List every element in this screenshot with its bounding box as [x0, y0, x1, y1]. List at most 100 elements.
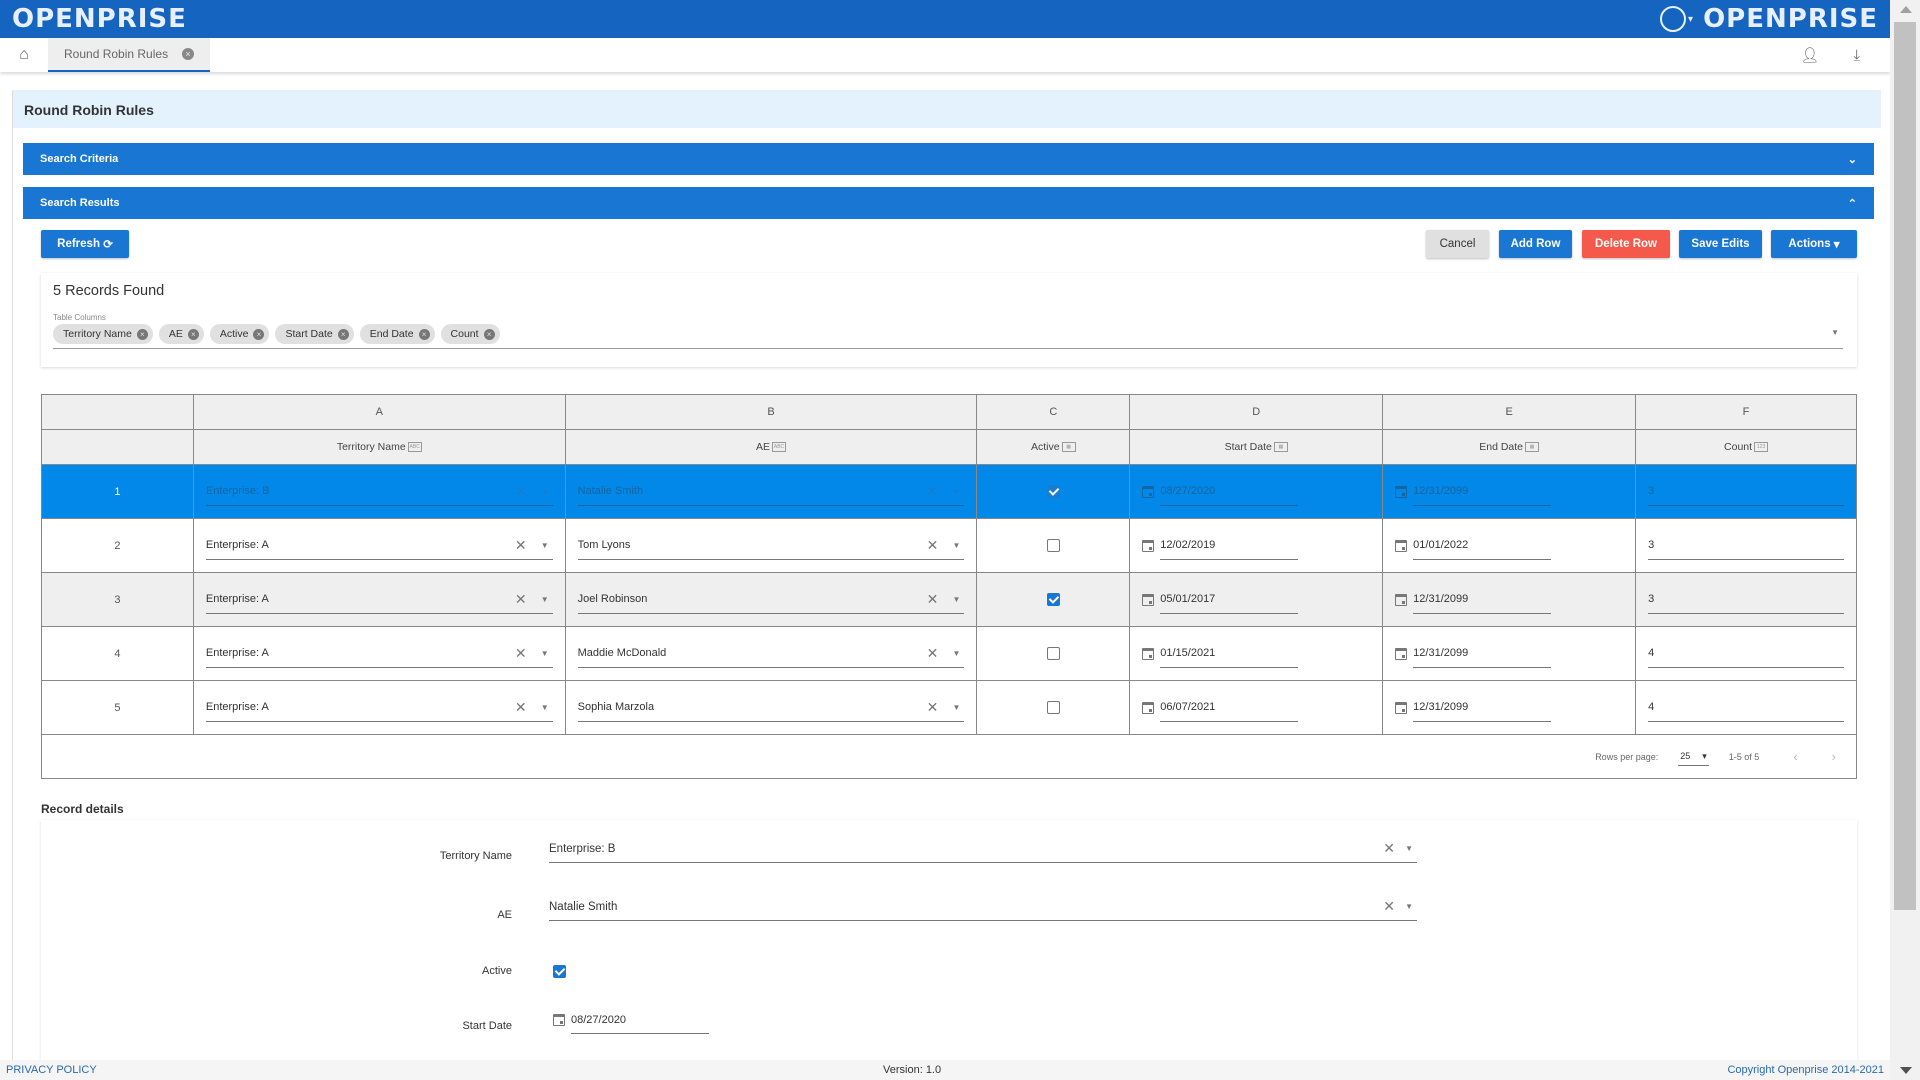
end-date-field[interactable]: 12/31/2099: [1413, 586, 1552, 614]
ae-select[interactable]: Sophia Marzola ✕ ▼: [577, 694, 965, 722]
active-checkbox[interactable]: [553, 965, 566, 978]
start-date-field[interactable]: 06/07/2021: [1160, 694, 1299, 722]
table-row[interactable]: 1 Enterprise: B ✕ ▼ Natalie Smith ✕ ▼ 08/27/202…: [41, 464, 1857, 519]
clear-icon[interactable]: ✕: [927, 699, 939, 716]
chip-remove-icon[interactable]: ×: [418, 328, 430, 340]
dropdown-caret-icon[interactable]: ▼: [952, 541, 960, 550]
add-row-button[interactable]: Add Row: [1499, 230, 1572, 258]
column-header-ae[interactable]: AE ABC: [564, 429, 978, 465]
calendar-icon[interactable]: [1395, 485, 1408, 498]
user-menu-caret-icon[interactable]: ▾: [1688, 14, 1693, 25]
chip-count[interactable]: Count ×: [440, 324, 500, 344]
start-date-field[interactable]: 01/15/2021: [1160, 640, 1299, 668]
end-date-field[interactable]: 12/31/2099: [1413, 640, 1552, 668]
start-date-field[interactable]: 05/01/2017: [1160, 586, 1299, 614]
chip-remove-icon[interactable]: ×: [483, 328, 495, 340]
chip-active[interactable]: Active ×: [209, 324, 270, 344]
user-menu-icon[interactable]: [1660, 6, 1687, 32]
chevron-up-icon[interactable]: ⌃: [1848, 197, 1857, 210]
chip-remove-icon[interactable]: ×: [337, 328, 349, 340]
end-date-field[interactable]: 12/31/2099: [1413, 694, 1552, 722]
clear-icon[interactable]: ✕: [927, 591, 939, 608]
ae-select[interactable]: Maddie McDonald ✕ ▼: [577, 640, 965, 668]
row-number[interactable]: 3: [41, 572, 194, 627]
column-header-active[interactable]: Active ▦: [976, 429, 1131, 465]
end-date-field[interactable]: 01/01/2022: [1413, 532, 1552, 560]
ae-select[interactable]: Tom Lyons ✕ ▼: [577, 532, 965, 560]
row-number[interactable]: 4: [41, 626, 194, 681]
chip-remove-icon[interactable]: ×: [136, 328, 148, 340]
cancel-button[interactable]: Cancel: [1426, 230, 1489, 258]
territory-select[interactable]: Enterprise: B ✕ ▼: [205, 478, 553, 506]
table-row[interactable]: 2 Enterprise: A ✕ ▼ Tom Lyons ✕ ▼ 12/02/2019 01/…: [41, 518, 1857, 573]
count-field[interactable]: 4: [1648, 640, 1844, 668]
clear-icon[interactable]: ✕: [515, 699, 527, 716]
dropdown-caret-icon[interactable]: ▼: [1405, 902, 1413, 911]
territory-select[interactable]: Enterprise: A ✕ ▼: [205, 640, 553, 668]
column-header-start-date[interactable]: Start Date ▦: [1129, 429, 1384, 465]
count-field[interactable]: 4: [1648, 694, 1844, 722]
download-icon[interactable]: ⤓: [1853, 47, 1860, 64]
clear-icon[interactable]: ✕: [927, 483, 939, 500]
search-results-panel[interactable]: Search Results ⌃: [23, 187, 1874, 219]
dropdown-caret-icon[interactable]: ▼: [952, 487, 960, 496]
count-field[interactable]: 3: [1648, 532, 1844, 560]
row-number[interactable]: 5: [41, 680, 194, 735]
chip-remove-icon[interactable]: ×: [187, 328, 199, 340]
active-checkbox[interactable]: [1046, 593, 1060, 606]
active-checkbox[interactable]: [1046, 539, 1060, 552]
table-row[interactable]: 3 Enterprise: A ✕ ▼ Joel Robinson ✕ ▼ 05/01/201…: [41, 572, 1857, 627]
chevron-down-icon[interactable]: ⌄: [1848, 153, 1857, 166]
row-number[interactable]: 1: [41, 464, 194, 519]
refresh-button[interactable]: Refresh ⟳: [41, 230, 129, 258]
scroll-up-arrow-icon[interactable]: [1900, 6, 1912, 13]
clear-icon[interactable]: ✕: [515, 645, 527, 662]
ae-select[interactable]: Natalie Smith ✕ ▼: [577, 478, 965, 506]
clear-icon[interactable]: ✕: [1383, 840, 1395, 857]
calendar-icon[interactable]: [1142, 593, 1155, 606]
start-date-field[interactable]: 12/02/2019: [1160, 532, 1299, 560]
dropdown-caret-icon[interactable]: ▼: [952, 595, 960, 604]
tab-round-robin-rules[interactable]: Round Robin Rules ×: [48, 38, 211, 72]
account-icon[interactable]: 👤︎: [1800, 46, 1819, 64]
column-header-count[interactable]: Count 123: [1635, 429, 1857, 465]
rows-per-page-select[interactable]: 25 ▾: [1678, 748, 1709, 766]
territory-select[interactable]: Enterprise: A ✕ ▼: [205, 532, 553, 560]
ae-field[interactable]: Natalie Smith ✕ ▼: [549, 893, 1417, 921]
save-edits-button[interactable]: Save Edits: [1679, 230, 1762, 258]
calendar-icon[interactable]: [1395, 539, 1408, 552]
active-checkbox[interactable]: [1046, 701, 1060, 714]
chip-ae[interactable]: AE ×: [158, 324, 204, 344]
scroll-thumb[interactable]: [1894, 22, 1916, 910]
territory-select[interactable]: Enterprise: A ✕ ▼: [205, 694, 553, 722]
dropdown-caret-icon[interactable]: ▼: [541, 649, 549, 658]
active-checkbox[interactable]: [1046, 485, 1060, 498]
chip-territory-name[interactable]: Territory Name ×: [53, 324, 153, 344]
dropdown-caret-icon[interactable]: ▼: [541, 487, 549, 496]
territory-name-field[interactable]: Enterprise: B ✕ ▼: [549, 835, 1417, 863]
page-scrollbar[interactable]: [1890, 0, 1920, 1080]
clear-icon[interactable]: ✕: [515, 483, 527, 500]
start-date-field[interactable]: 08/27/2020: [1160, 478, 1299, 506]
count-field[interactable]: 3: [1648, 478, 1844, 506]
dropdown-caret-icon[interactable]: ▼: [541, 703, 549, 712]
start-date-field[interactable]: 08/27/2020: [571, 1006, 709, 1034]
dropdown-caret-icon[interactable]: ▼: [541, 595, 549, 604]
chip-start-date[interactable]: Start Date ×: [275, 324, 354, 344]
calendar-icon[interactable]: [1395, 701, 1408, 714]
actions-button[interactable]: Actions ▾: [1771, 230, 1857, 258]
chip-end-date[interactable]: End Date ×: [359, 324, 435, 344]
chip-remove-icon[interactable]: ×: [253, 328, 265, 340]
prev-page-icon[interactable]: ‹: [1793, 749, 1797, 764]
copyright-link[interactable]: Copyright Openprise 2014-2021: [1727, 1064, 1884, 1076]
next-page-icon[interactable]: ›: [1832, 749, 1836, 764]
column-header-end-date[interactable]: End Date ▦: [1382, 429, 1637, 465]
clear-icon[interactable]: ✕: [1383, 898, 1395, 915]
columns-dropdown-icon[interactable]: ▼: [1831, 328, 1839, 337]
calendar-icon[interactable]: [1395, 647, 1408, 660]
calendar-icon[interactable]: [1142, 647, 1155, 660]
dropdown-caret-icon[interactable]: ▼: [1405, 844, 1413, 853]
row-number[interactable]: 2: [41, 518, 194, 573]
search-criteria-panel[interactable]: Search Criteria ⌄: [23, 143, 1874, 175]
dropdown-caret-icon[interactable]: ▼: [952, 703, 960, 712]
